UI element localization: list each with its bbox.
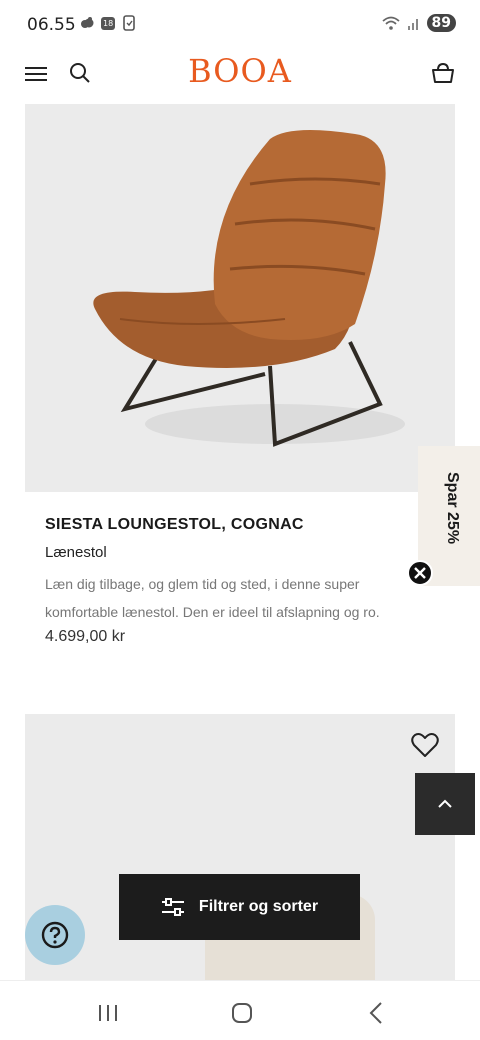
close-promo-button[interactable] — [407, 560, 433, 586]
status-left-icons: 18 — [79, 15, 137, 31]
weather-icon — [81, 17, 94, 28]
help-button[interactable] — [25, 905, 85, 965]
question-icon — [41, 921, 69, 949]
lounge-chair-image — [93, 130, 405, 447]
product-title[interactable]: SIESTA LOUNGESTOL, COGNAC — [45, 516, 304, 534]
status-time: 06.55 — [27, 15, 76, 35]
product-price: 4.699,00 kr — [45, 628, 126, 645]
chevron-up-icon — [438, 799, 452, 808]
promo-label: Spar 25% — [444, 472, 461, 545]
recents-icon[interactable] — [97, 1003, 119, 1023]
sliders-icon — [161, 898, 184, 916]
brand-logo[interactable]: BOOA — [0, 52, 480, 90]
site-header: BOOA — [0, 48, 480, 104]
product-card[interactable]: SIESTA LOUNGESTOL, COGNAC Lænestol Læn d… — [25, 104, 455, 662]
basket-icon[interactable] — [430, 60, 456, 86]
status-right-icons: 89 — [381, 14, 456, 32]
battery-indicator: 89 — [426, 14, 456, 32]
calendar-icon: 18 — [101, 16, 116, 30]
signal-icon — [407, 19, 418, 30]
product-category: Lænestol — [45, 544, 107, 561]
status-bar: 06.55 18 89 — [0, 0, 480, 48]
product-description: Læn dig tilbage, og glem tid og sted, i … — [45, 576, 380, 620]
heart-icon[interactable] — [411, 732, 439, 758]
home-icon[interactable] — [231, 1002, 253, 1024]
product-image[interactable] — [25, 104, 455, 492]
filter-sort-label: Filtrer og sorter — [198, 898, 319, 915]
product-image-2[interactable] — [25, 714, 455, 980]
system-nav-bar — [0, 980, 480, 1040]
close-icon — [414, 567, 426, 579]
wifi-icon — [381, 16, 400, 30]
back-icon[interactable] — [368, 1001, 384, 1025]
filter-sort-button[interactable]: Filtrer og sorter — [119, 874, 360, 940]
scroll-top-button[interactable] — [415, 773, 475, 835]
screenshot-icon — [123, 15, 135, 31]
